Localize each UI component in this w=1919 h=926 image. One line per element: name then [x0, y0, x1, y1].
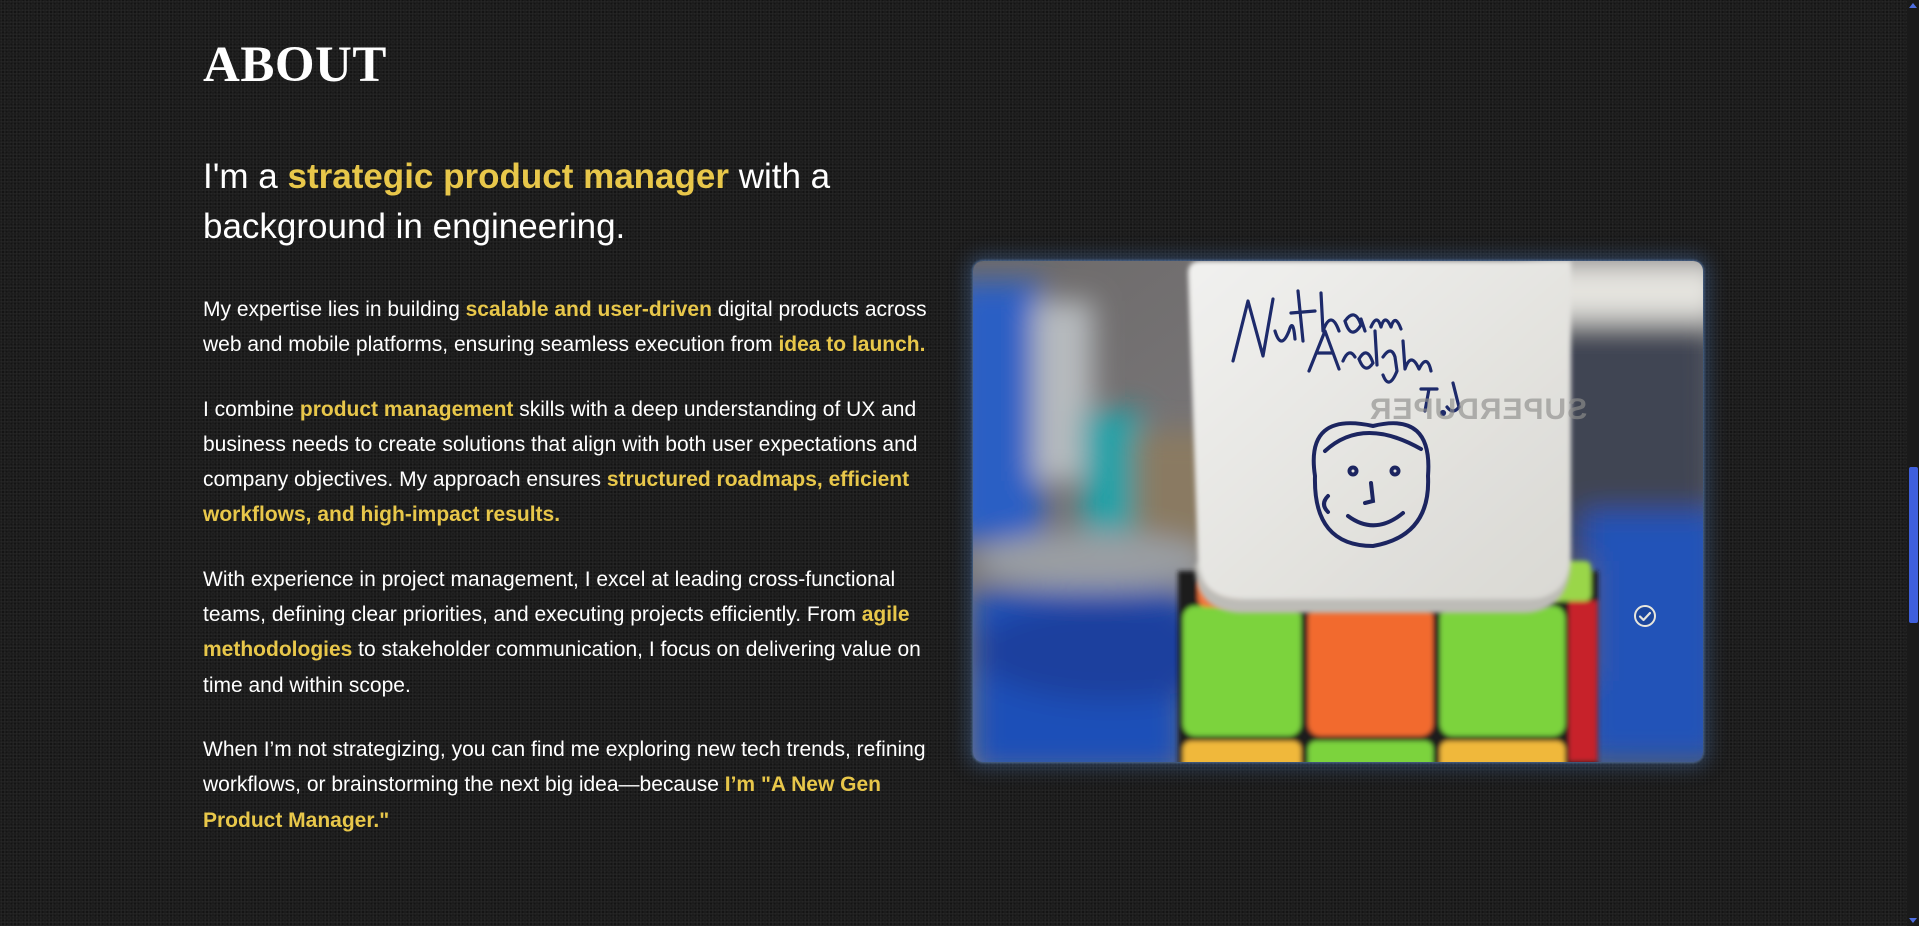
about-paragraph-experience: With experience in project management, I… — [203, 567, 921, 697]
about-paragraph-approach: I combine product management skills with… — [203, 397, 918, 527]
mirrored-label: SUPERDUPER — [1369, 393, 1587, 426]
check-circle-icon[interactable] — [1633, 604, 1657, 628]
highlight-text: scalable and user-driven — [465, 298, 712, 321]
about-lead: I'm a strategic product manager with a b… — [203, 157, 831, 246]
scroll-up-icon[interactable] — [1909, 3, 1917, 8]
about-paragraph-expertise: My expertise lies in building scalable a… — [203, 298, 927, 357]
highlight-text: idea to launch. — [778, 333, 926, 357]
lead-highlight: strategic product manager — [287, 157, 729, 196]
section-title: ABOUT — [203, 37, 387, 93]
page-scrollbar[interactable] — [1907, 0, 1919, 926]
highlight-text: product management — [299, 397, 514, 421]
about-paragraph-hobbies: When I’m not strategizing, you can find … — [203, 737, 926, 832]
profile-photo: SUPERDUPER — [973, 261, 1703, 762]
about-text: I'm a strategic product manager with a b… — [203, 152, 938, 867]
scrollbar-thumb[interactable] — [1909, 467, 1918, 624]
scroll-down-icon[interactable] — [1909, 918, 1917, 923]
